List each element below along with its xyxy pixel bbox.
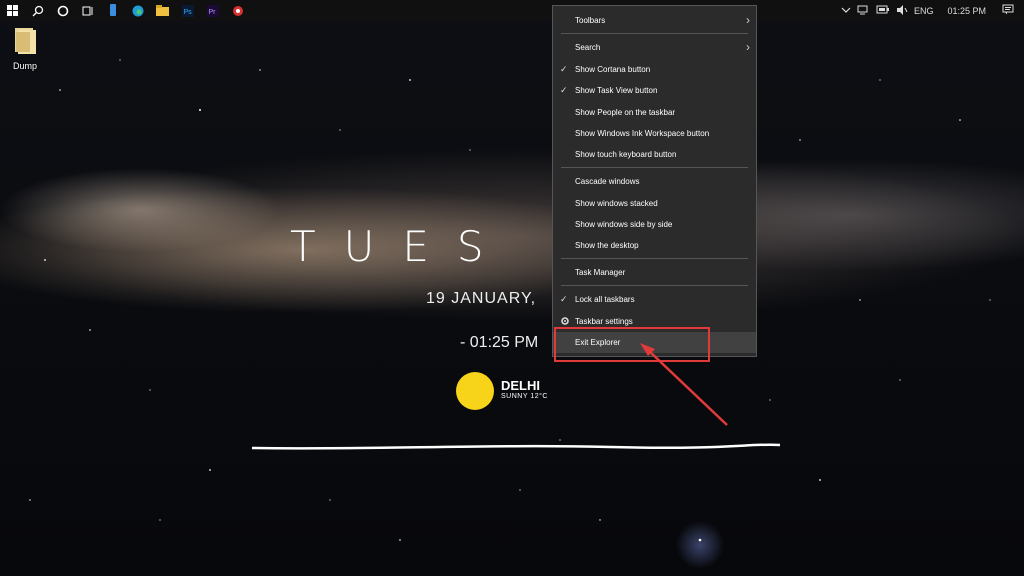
annotation-arrow bbox=[640, 343, 728, 426]
